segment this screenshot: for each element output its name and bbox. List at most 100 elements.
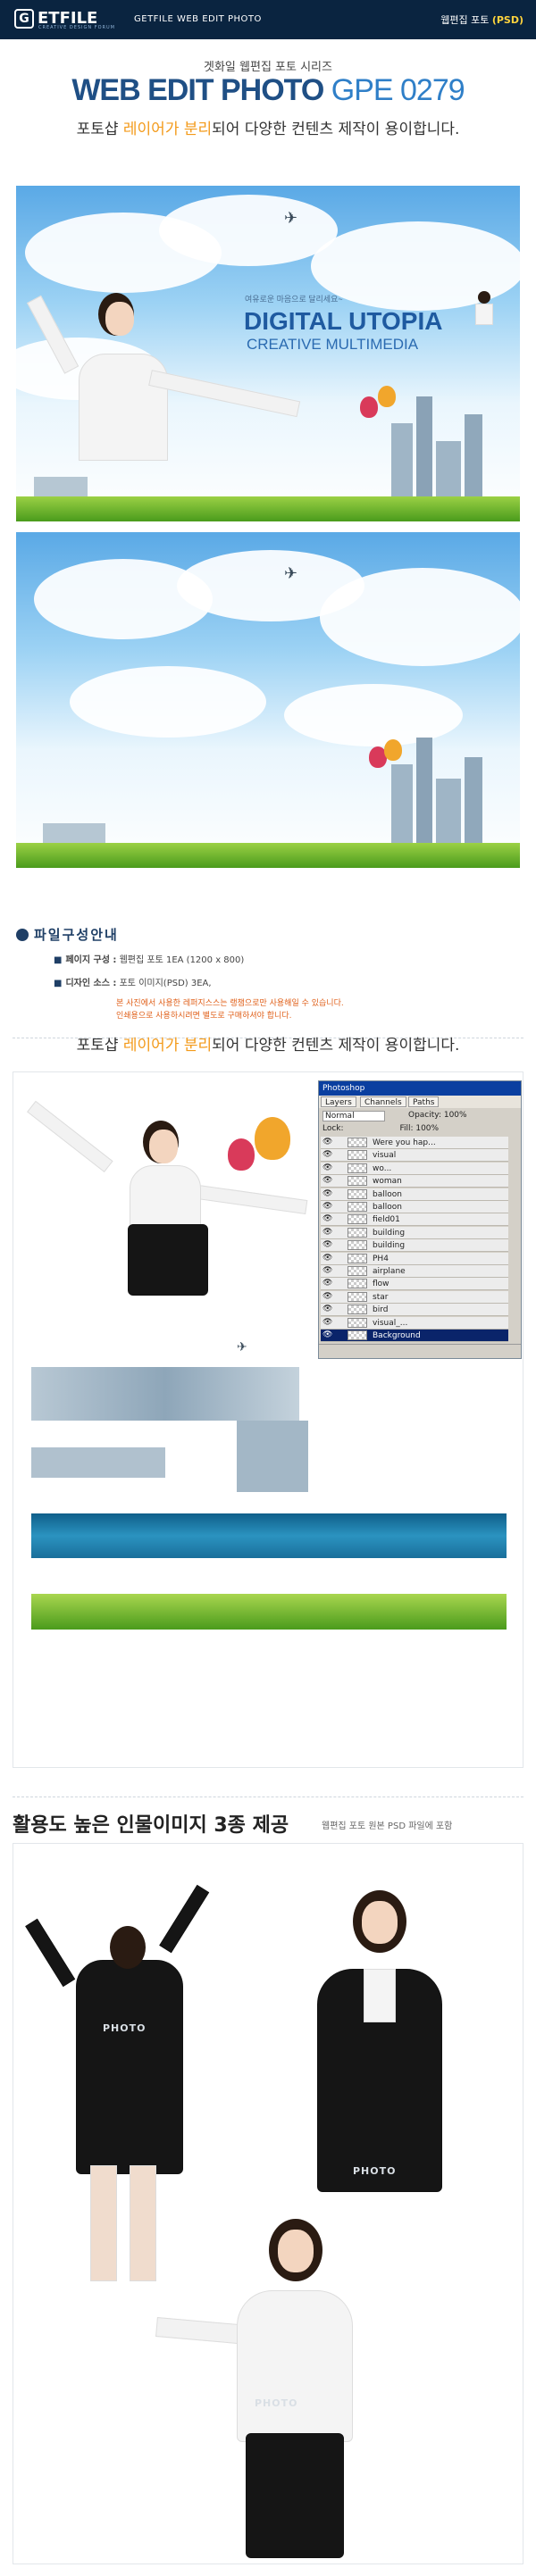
getfile-logo[interactable]: G ETFILE CREATIVE DESIGN FORUM xyxy=(14,9,139,30)
visibility-eye-icon[interactable]: 👁 xyxy=(322,1138,332,1146)
category-label: 웹편집 포토 (PSD) xyxy=(440,14,523,26)
layer-row[interactable]: 👁 flow xyxy=(321,1278,508,1291)
layer-row[interactable]: 👁 Background xyxy=(321,1330,508,1342)
logo-mark: G xyxy=(14,9,34,29)
layer-row[interactable]: 👁 Were you hap... xyxy=(321,1137,508,1149)
tab-channels[interactable]: Channels xyxy=(360,1096,406,1107)
layer-row[interactable]: 👁 building xyxy=(321,1239,508,1253)
visibility-eye-icon[interactable]: 👁 xyxy=(322,1163,332,1172)
layer-name: building xyxy=(373,1228,406,1238)
series-subtitle: 겟화일 웹편집 포토 시리즈 xyxy=(204,61,332,74)
layer-row[interactable]: 👁 wo... xyxy=(321,1162,508,1175)
layer-thumbnail xyxy=(348,1176,367,1187)
visibility-eye-icon[interactable]: 👁 xyxy=(322,1266,332,1275)
layer-name: flow xyxy=(373,1280,389,1289)
layer-row[interactable]: 👁 balloon xyxy=(321,1188,508,1201)
airplane-icon: ✈ xyxy=(284,564,298,583)
layer-thumbnail xyxy=(348,1317,367,1328)
layer-thumbnail xyxy=(348,1227,367,1238)
visibility-eye-icon[interactable]: 👁 xyxy=(322,1189,332,1198)
layer-name: visual_... xyxy=(373,1318,408,1328)
layer-name: bird xyxy=(373,1305,389,1315)
layer-row[interactable]: 👁 field01 xyxy=(321,1213,508,1227)
layer-thumbnail xyxy=(348,1214,367,1225)
tab-paths[interactable]: Paths xyxy=(408,1096,440,1107)
layer-thumbnail xyxy=(348,1291,367,1302)
lock-label: Lock: Fill: 100% xyxy=(322,1124,440,1133)
layer-name: building xyxy=(373,1241,406,1251)
layers-tabs: Layers Channels Paths xyxy=(319,1096,521,1108)
layer-name: PH4 xyxy=(373,1254,389,1263)
opacity-field[interactable]: Opacity: 100% xyxy=(408,1111,467,1120)
layer-row[interactable]: 👁 visual_... xyxy=(321,1316,508,1330)
license-warning-2: 인쇄용으로 사용하시려면 별도로 구매하셔야 합니다. xyxy=(116,1012,292,1021)
layers-tagline: 포토샵 레이어가 분리되어 다양한 컨텐츠 제작이 용이합니다. xyxy=(76,1037,460,1055)
airplane-icon: ✈ xyxy=(284,209,298,228)
layer-thumbnail xyxy=(348,1266,367,1276)
layer-name: balloon xyxy=(373,1203,402,1212)
airplane-icon: ✈ xyxy=(237,1340,247,1355)
license-warning-1: 본 사진에서 사용한 레퍼지스스는 랭챔으로만 사용해일 수 있습니다. xyxy=(116,999,344,1008)
product-code: GPE 0279 xyxy=(331,73,465,107)
layer-thumbnail xyxy=(348,1138,367,1147)
section3-note: 웹편집 포토 원본 PSD 파일에 포함 xyxy=(322,1822,453,1831)
layer-thumbnail xyxy=(348,1150,367,1161)
top-bar: G ETFILE CREATIVE DESIGN FORUM GETFILE WE… xyxy=(0,0,536,39)
site-title: GETFILE WEB EDIT PHOTO xyxy=(134,14,262,24)
logo-tagline: CREATIVE DESIGN FORUM xyxy=(38,25,115,30)
layer-thumbnail xyxy=(348,1305,367,1315)
layer-row[interactable]: 👁 PH4 xyxy=(321,1252,508,1265)
visibility-eye-icon[interactable]: 👁 xyxy=(322,1240,332,1249)
layer-thumbnail xyxy=(348,1163,367,1173)
visibility-eye-icon[interactable]: 👁 xyxy=(322,1330,332,1339)
banner-subheadline: CREATIVE MULTIMEDIA xyxy=(247,336,419,353)
layer-row[interactable]: 👁 star xyxy=(321,1290,508,1304)
layer-thumbnail xyxy=(348,1330,367,1340)
visibility-eye-icon[interactable]: 👁 xyxy=(322,1254,332,1263)
layers-toolbar[interactable] xyxy=(319,1344,521,1358)
layer-name: balloon xyxy=(373,1189,402,1199)
layer-thumbnail xyxy=(348,1240,367,1251)
visibility-eye-icon[interactable]: 👁 xyxy=(322,1176,332,1185)
visibility-eye-icon[interactable]: 👁 xyxy=(322,1202,332,1211)
layer-name: woman xyxy=(373,1177,402,1187)
visibility-eye-icon[interactable]: 👁 xyxy=(322,1305,332,1313)
layer-row[interactable]: 👁 airplane xyxy=(321,1265,508,1278)
layer-row[interactable]: 👁 balloon xyxy=(321,1201,508,1213)
layer-thumbnail xyxy=(348,1279,367,1289)
layer-thumbnail xyxy=(348,1202,367,1212)
layer-name: wo... xyxy=(373,1163,392,1173)
runner-figure xyxy=(473,291,497,327)
banner-headline: DIGITAL UTOPIA xyxy=(244,307,443,335)
layers-panel-titlebar: Photoshop xyxy=(319,1081,521,1096)
layer-row[interactable]: 👁 visual xyxy=(321,1149,508,1163)
layer-row[interactable]: 👁 bird xyxy=(321,1304,508,1317)
info-row-sources: ■ 디자인 소스 : 포토 이미지(PSD) 3EA, xyxy=(54,979,212,988)
info-row-pages: ■ 페이지 구성 : 웹편집 포토 1EA (1200 x 800) xyxy=(54,955,245,965)
visibility-eye-icon[interactable]: 👁 xyxy=(322,1279,332,1288)
bullet-icon xyxy=(16,929,29,941)
page-title: WEB EDIT PHOTO GPE 0279 xyxy=(71,73,465,107)
people-panel: PHOTO PHOTO PHOTO xyxy=(13,1843,523,2564)
layer-row[interactable]: 👁 woman xyxy=(321,1175,508,1188)
layer-name: airplane xyxy=(373,1267,406,1276)
visibility-eye-icon[interactable]: 👁 xyxy=(322,1318,332,1327)
layer-row[interactable]: 👁 building xyxy=(321,1226,508,1239)
blend-mode-select[interactable]: Normal xyxy=(322,1111,385,1121)
layers-panel[interactable]: Photoshop Layers Channels Paths Normal O… xyxy=(318,1080,522,1359)
layer-name: Were you hap... xyxy=(373,1138,436,1147)
visibility-eye-icon[interactable]: 👁 xyxy=(322,1228,332,1237)
layer-thumbnail xyxy=(348,1188,367,1199)
layer-name: star xyxy=(373,1292,389,1302)
layer-name: visual xyxy=(373,1151,397,1161)
visibility-eye-icon[interactable]: 👁 xyxy=(322,1214,332,1223)
visibility-eye-icon[interactable]: 👁 xyxy=(322,1292,332,1301)
tab-layers[interactable]: Layers xyxy=(321,1096,356,1107)
file-info-heading: 파일구성안내 xyxy=(16,925,119,944)
banner-image-background: ✈ xyxy=(16,532,520,868)
layer-name: Background xyxy=(373,1331,421,1340)
feature-tagline: 포토샵 레이어가 분리되어 다양한 컨텐츠 제작이 용이합니다. xyxy=(76,121,460,138)
visibility-eye-icon[interactable]: 👁 xyxy=(322,1150,332,1159)
banner-image-with-text: ✈ 여유로운 마음으로 달리세요~ DIGITAL UTOPIA CREATIV… xyxy=(16,186,520,521)
layer-thumbnail xyxy=(348,1253,367,1263)
